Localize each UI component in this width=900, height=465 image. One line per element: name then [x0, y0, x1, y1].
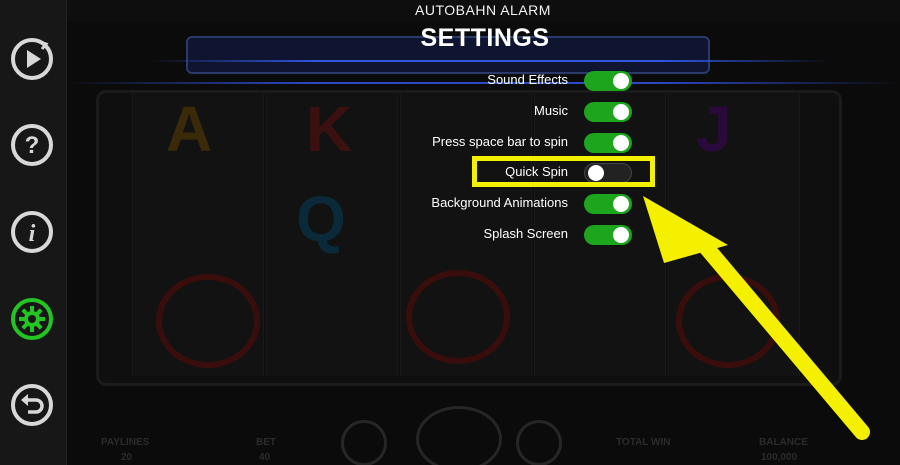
reel-symbol [676, 274, 780, 368]
coins-button [341, 420, 387, 465]
autoplay-sidebar-button[interactable] [9, 36, 55, 82]
info-sidebar-button[interactable]: i [9, 209, 55, 255]
toggle-knob [613, 73, 629, 89]
quick-spin-highlight-box [472, 156, 655, 187]
total-win-label: TOTAL WIN [616, 437, 671, 448]
question-circle-icon: ? [11, 124, 53, 166]
back-sidebar-button[interactable] [9, 382, 55, 428]
paylines-value: 20 [121, 452, 133, 463]
setting-label: Background Animations [431, 195, 568, 210]
toggle-knob [613, 104, 629, 120]
spin-button [416, 406, 502, 465]
setting-label: Sound Effects [487, 72, 568, 87]
reel-symbol: A [166, 93, 213, 165]
setting-row-sound-effects: Sound Effects [360, 70, 650, 94]
space-bar-spin-toggle[interactable] [584, 133, 632, 153]
settings-title: SETTINGS [420, 24, 550, 52]
setting-label: Splash Screen [483, 226, 568, 241]
settings-title-divider [150, 60, 830, 62]
svg-text:i: i [29, 221, 36, 247]
toggle-knob [613, 135, 629, 151]
toggle-knob [613, 196, 629, 212]
back-arrow-icon [11, 384, 53, 426]
setting-label: Music [534, 103, 568, 118]
bet-label: BET [256, 437, 276, 448]
gear-icon [11, 298, 53, 340]
splash-screen-toggle[interactable] [584, 225, 632, 245]
balance-label: BALANCE [759, 437, 808, 448]
settings-sidebar-button[interactable] [9, 296, 55, 342]
autoplay-button [516, 420, 562, 465]
play-circle-icon [11, 38, 53, 80]
reel-symbol: J [696, 93, 732, 165]
sidebar: ? i [0, 0, 67, 465]
reel-symbol: Q [296, 183, 346, 255]
reel-symbol: K [306, 93, 353, 165]
svg-text:?: ? [25, 132, 40, 159]
setting-row-space-bar-spin: Press space bar to spin [360, 132, 650, 156]
help-sidebar-button[interactable]: ? [9, 122, 55, 168]
setting-row-music: Music [360, 101, 650, 125]
info-circle-icon: i [11, 211, 53, 253]
balance-value: 100,000 [761, 452, 798, 463]
sound-effects-toggle[interactable] [584, 71, 632, 91]
bet-value: 40 [259, 452, 271, 463]
game-title: AUTOBAHN ALARM [415, 2, 551, 18]
setting-row-background-animations: Background Animations [360, 193, 650, 217]
paylines-label: PAYLINES [101, 437, 150, 448]
setting-row-splash-screen: Splash Screen [360, 224, 650, 248]
setting-label: Press space bar to spin [432, 134, 568, 149]
background-animations-toggle[interactable] [584, 194, 632, 214]
reel-symbol [406, 270, 510, 364]
music-toggle[interactable] [584, 102, 632, 122]
reel-symbol [156, 274, 260, 368]
toggle-knob [613, 227, 629, 243]
top-bar: AUTOBAHN ALARM [66, 0, 900, 22]
game-bottom-bar: PAYLINES 20 BET 40 TOTAL WIN BALANCE 100… [86, 400, 886, 465]
